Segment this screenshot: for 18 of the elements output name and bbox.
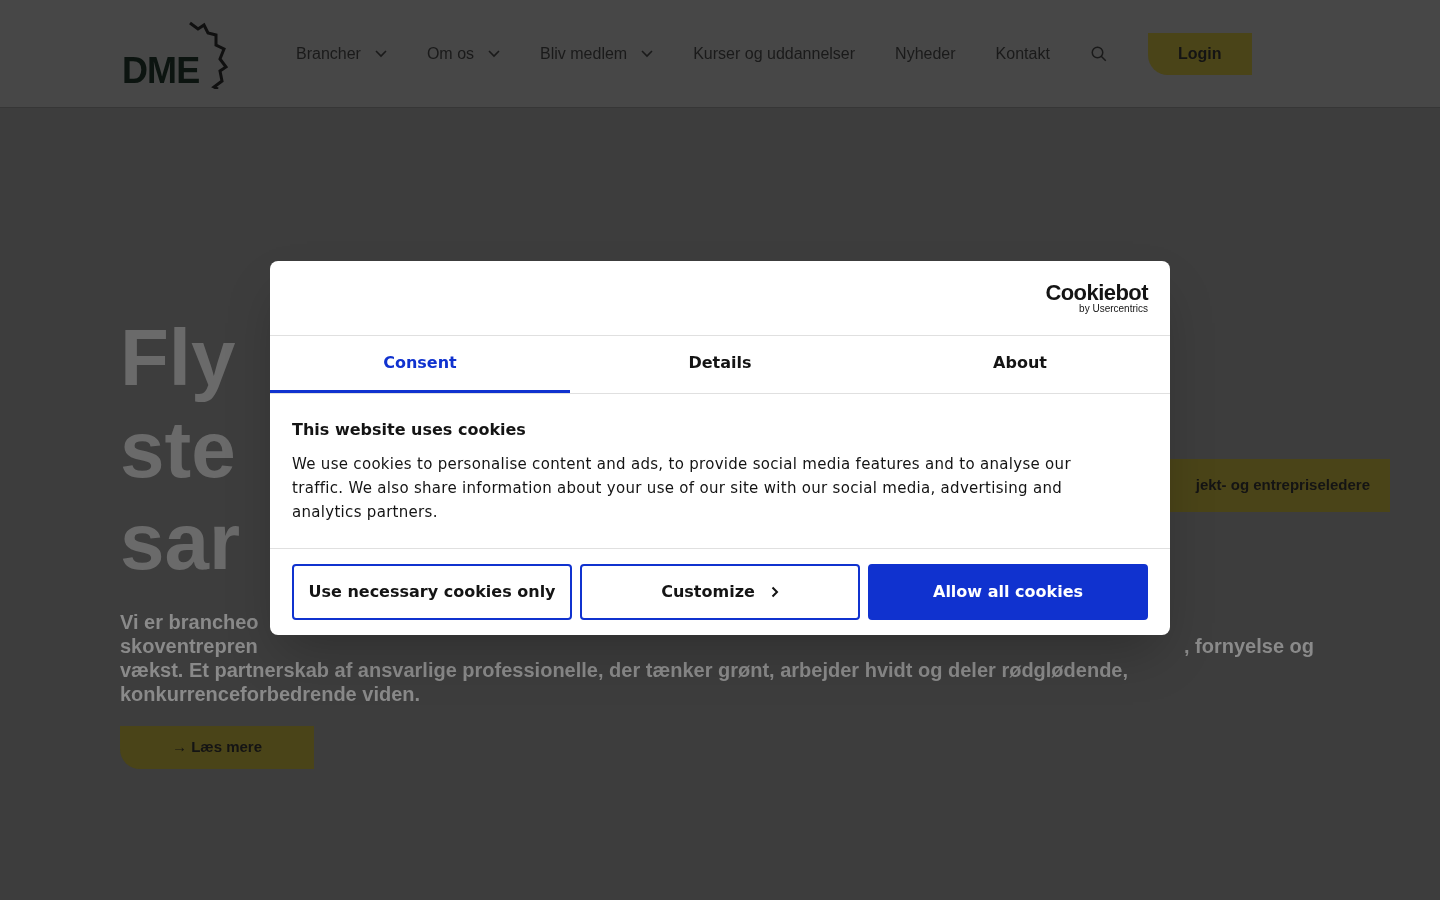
chevron-right-icon: [770, 586, 779, 598]
dialog-tab[interactable]: Details: [570, 336, 870, 393]
brand-subtitle: by Usercentrics: [1079, 304, 1148, 314]
hero-text-line: Vi er brancheo: [120, 610, 260, 634]
hero-paragraph: vækst. Et partnerskab af ansvarlige professionelle, der tænker grønt, arbejder hvidt og deler rødglødende, konkurrenceforbedrende viden.: [120, 658, 1130, 706]
hero-text-line: skoventrepren: [120, 634, 258, 658]
brand-name: Cookiebot: [1045, 282, 1148, 304]
dialog-tab[interactable]: About: [870, 336, 1170, 393]
logo[interactable]: DME: [122, 18, 234, 89]
dialog-tab[interactable]: Consent: [270, 336, 570, 393]
search-icon[interactable]: [1089, 44, 1108, 63]
hero-text-line: , fornyelse og: [1183, 634, 1314, 658]
cookie-button[interactable]: Customize: [580, 564, 860, 620]
dialog-text: We use cookies to personalise content and ads, to provide social media features and to analyse our traffic. We also share information about your use of our site with our social media, advertising and analytics partners.: [292, 454, 1072, 523]
dialog-title: This website uses cookies: [292, 419, 527, 441]
logo-text: DME: [122, 52, 200, 89]
cookie-button[interactable]: Use necessary cookies only: [292, 564, 572, 620]
cookie-button[interactable]: Allow all cookies: [868, 564, 1148, 620]
